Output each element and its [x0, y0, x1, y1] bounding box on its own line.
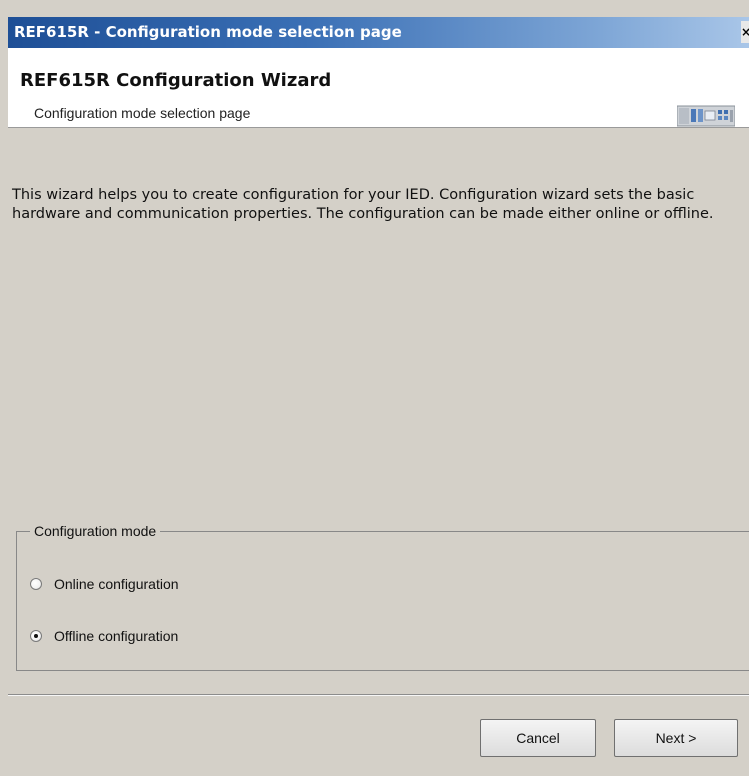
wizard-title: REF615R Configuration Wizard — [20, 70, 332, 91]
wizard-subtitle: Configuration mode selection page — [34, 105, 251, 121]
wizard-body — [8, 128, 749, 776]
online-configuration-label: Online configuration — [54, 576, 179, 592]
footer-separator — [8, 694, 749, 696]
ied-device-icon — [677, 105, 735, 127]
title-bar[interactable]: REF615R - Configuration mode selection p… — [8, 17, 749, 48]
offline-radio-button[interactable] — [30, 630, 42, 642]
online-radio-button[interactable] — [30, 578, 42, 590]
close-icon[interactable]: × — [741, 21, 749, 43]
online-configuration-option[interactable]: Online configuration — [30, 574, 179, 594]
wizard-window: REF615R - Configuration mode selection p… — [0, 0, 749, 776]
next-button[interactable]: Next > — [614, 719, 738, 757]
wizard-header: REF615R Configuration Wizard Configurati… — [8, 48, 749, 128]
offline-configuration-label: Offline configuration — [54, 628, 179, 644]
wizard-description: This wizard helps you to create configur… — [12, 187, 714, 222]
cancel-button[interactable]: Cancel — [480, 719, 596, 757]
offline-configuration-option[interactable]: Offline configuration — [30, 626, 178, 646]
configuration-mode-label: Configuration mode — [30, 523, 161, 539]
configuration-mode-group — [16, 531, 749, 671]
window-title: REF615R - Configuration mode selection p… — [14, 23, 402, 41]
